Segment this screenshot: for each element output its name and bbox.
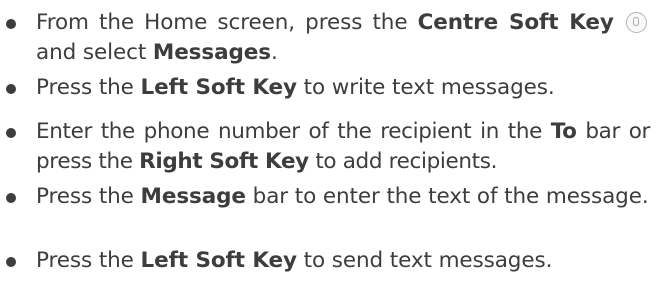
bullet-icon	[6, 257, 16, 267]
microphone-key-icon	[626, 12, 647, 33]
key-name: Left Soft Key	[140, 75, 297, 100]
bullet-icon	[6, 128, 16, 138]
list-item-text: Press the Message bar to enter the text …	[36, 184, 649, 209]
bullet-icon	[6, 19, 16, 29]
instruction-document: From the Home screen, press the Centre S…	[0, 0, 656, 287]
list-item-text: Press the Left Soft Key to write text me…	[36, 75, 555, 100]
key-name: Left Soft Key	[140, 248, 297, 273]
key-name: To	[550, 119, 577, 144]
list-item-text: From the Home screen, press the Centre S…	[36, 8, 650, 68]
list-item-text: Enter the phone number of the recipient …	[36, 119, 650, 174]
key-name: Centre Soft Key	[417, 10, 614, 35]
key-name: Right Soft Key	[139, 149, 309, 174]
key-name: Message	[140, 184, 246, 209]
bullet-icon	[6, 193, 16, 203]
list-item-text: Press the Left Soft Key to send text mes…	[36, 248, 553, 273]
bullet-icon	[6, 84, 16, 94]
key-name: Messages	[152, 40, 271, 65]
